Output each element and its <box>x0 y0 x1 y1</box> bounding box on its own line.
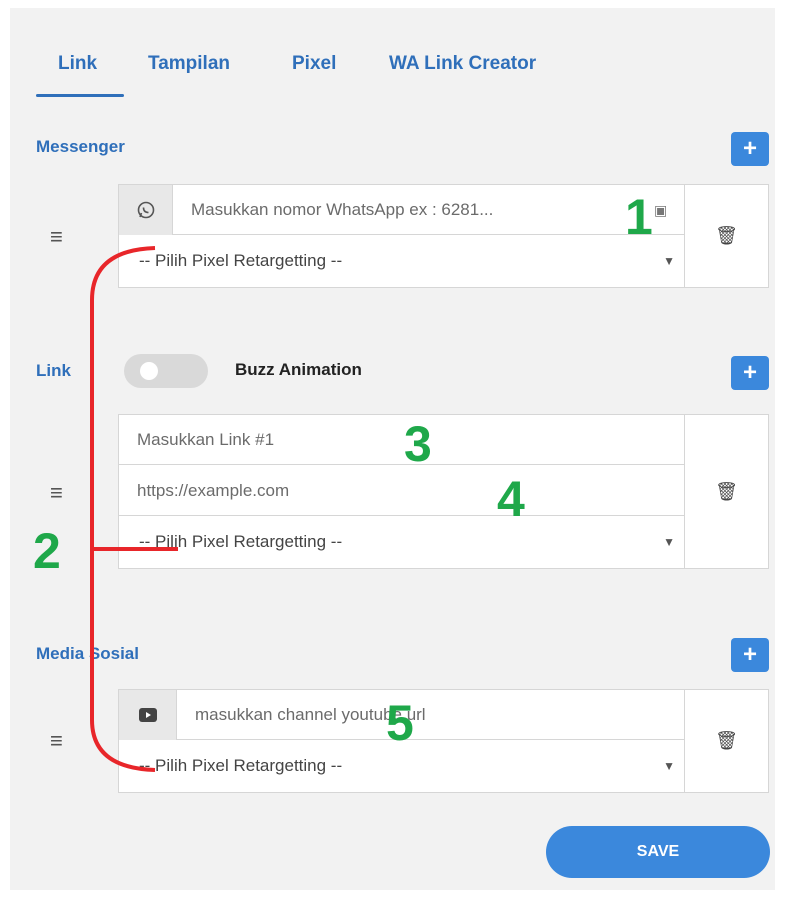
annotation-number: 3 <box>404 416 432 472</box>
annotation-number: 5 <box>386 695 414 751</box>
annotation-number: 1 <box>625 189 653 245</box>
annotation-number: 4 <box>497 471 525 527</box>
annotation-number: 2 <box>33 523 61 579</box>
annotation-bracket <box>90 246 178 772</box>
